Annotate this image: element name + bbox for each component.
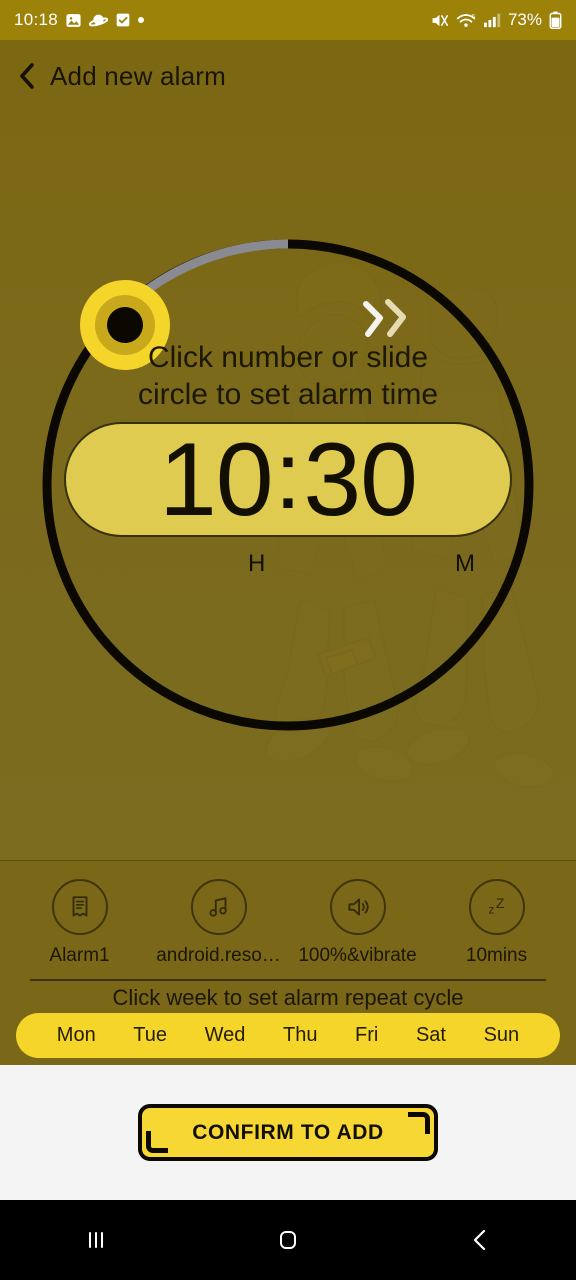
- svg-text:z: z: [488, 903, 494, 917]
- status-bar: 10:18 6 73%: [0, 0, 576, 40]
- volume-icon: [329, 879, 386, 935]
- weekday-sun[interactable]: Sun: [484, 1024, 520, 1047]
- hour-value[interactable]: 10: [159, 428, 274, 532]
- corner-bracket-top-right-icon: [408, 1112, 430, 1134]
- weekday-thu[interactable]: Thu: [283, 1024, 317, 1047]
- week-hint-text: Click week to set alarm repeat cycle: [112, 985, 464, 1010]
- cellular-signal-icon: [483, 12, 501, 28]
- checkbox-icon: [115, 12, 131, 28]
- time-dial[interactable]: Click number or slide circle to set alar…: [0, 40, 576, 860]
- alarm-options-row: Alarm1 android.reso… 100%&vibrate zZ 10m…: [0, 861, 576, 967]
- nav-back-icon[interactable]: [420, 1210, 540, 1270]
- mute-vibrate-icon: [430, 12, 449, 29]
- time-colon: :: [274, 421, 302, 529]
- dial-handle-knob: [80, 280, 170, 370]
- footer-bar: CONFIRM TO ADD: [0, 1065, 576, 1200]
- battery-icon: [549, 11, 562, 29]
- alarm-label-icon: [51, 879, 108, 935]
- home-icon[interactable]: [228, 1210, 348, 1270]
- option-label-3: 10mins: [465, 945, 528, 966]
- svg-text:Z: Z: [495, 895, 504, 911]
- image-icon: [65, 12, 82, 29]
- app-header: Add new alarm: [0, 40, 576, 112]
- confirm-button-label: CONFIRM TO ADD: [192, 1120, 384, 1144]
- snooze-zz-icon: zZ: [468, 879, 525, 935]
- option-volume[interactable]: 100%&vibrate: [288, 879, 427, 967]
- music-note-icon: [190, 879, 247, 935]
- battery-percent-label: 73%: [507, 10, 542, 29]
- weekday-sat[interactable]: Sat: [416, 1024, 446, 1047]
- page-title: Add new alarm: [50, 60, 227, 91]
- status-bar-clock: 10:18: [14, 10, 59, 29]
- option-alarm-label[interactable]: Alarm1: [10, 879, 149, 967]
- dot-icon: [138, 17, 145, 23]
- option-label-1: android.reso…: [156, 945, 281, 966]
- time-display-pill[interactable]: 10 : 30: [64, 422, 512, 537]
- corner-bracket-bottom-left-icon: [146, 1131, 168, 1153]
- alarm-options-panel: Alarm1 android.reso… 100%&vibrate zZ 10m…: [0, 860, 576, 1065]
- weekday-fri[interactable]: Fri: [355, 1024, 378, 1047]
- recents-icon[interactable]: [36, 1210, 156, 1270]
- system-navigation-bar: [0, 1200, 576, 1280]
- option-ringtone[interactable]: android.reso…: [149, 879, 288, 967]
- weekday-wed[interactable]: Wed: [205, 1024, 246, 1047]
- weekday-mon[interactable]: Mon: [57, 1024, 96, 1047]
- confirm-to-add-button[interactable]: CONFIRM TO ADD: [138, 1104, 438, 1161]
- back-chevron-icon[interactable]: [18, 62, 36, 90]
- option-snooze[interactable]: zZ 10mins: [427, 879, 566, 967]
- minute-value[interactable]: 30: [303, 428, 418, 532]
- option-label-2: 100%&vibrate: [298, 945, 417, 966]
- weekday-tue[interactable]: Tue: [133, 1024, 167, 1047]
- minute-unit-label: M: [455, 550, 475, 577]
- planet-icon: [89, 12, 109, 29]
- divider: [30, 979, 546, 981]
- hour-unit-label: H: [248, 550, 266, 577]
- option-label-0: Alarm1: [49, 945, 110, 966]
- svg-text:6: 6: [472, 14, 475, 20]
- alarm-app-screen: 10:18 6 73% Add new alarm Click number o…: [0, 0, 576, 1280]
- wifi-icon: 6: [456, 12, 476, 29]
- weekday-selector[interactable]: Mon Tue Wed Thu Fri Sat Sun: [16, 1013, 560, 1058]
- double-chevron-icon: [363, 299, 406, 337]
